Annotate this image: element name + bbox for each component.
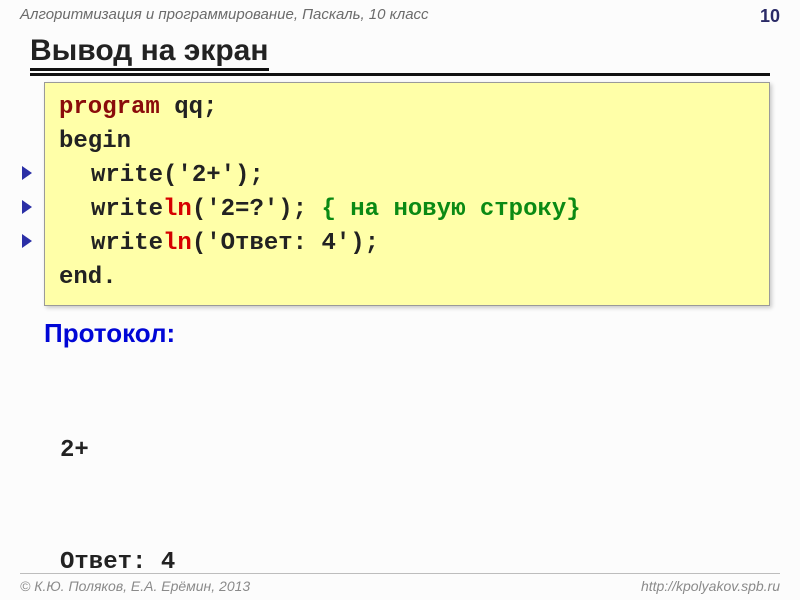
code-block: program qq; begin write('2+'); writeln('… [44, 82, 770, 306]
code-text: qq; [160, 94, 218, 121]
output-line-1: 2+ [60, 432, 175, 469]
code-line-2: begin [59, 125, 755, 159]
slide-title: Вывод на экран [30, 34, 269, 71]
triangle-icon [22, 234, 32, 248]
footer-site: http://kpolyakov.spb.ru [641, 578, 780, 594]
keyword-program: program [59, 94, 160, 121]
code-comment: { на новую строку} [321, 196, 580, 223]
code-text: ('Ответ: 4'); [192, 230, 379, 257]
footer-authors: © К.Ю. Поляков, Е.А. Ерёмин, 2013 [20, 578, 250, 594]
code-line-5: writeln('Ответ: 4'); [59, 227, 755, 261]
title-row: Вывод на экран [30, 34, 770, 76]
code-line-1: program qq; [59, 91, 755, 125]
code-text: ('2=?'); [192, 196, 322, 223]
page-number: 10 [760, 6, 780, 27]
slide-header: Алгоритмизация и программирование, Паска… [20, 6, 780, 27]
triangle-icon [22, 200, 32, 214]
code-line-4: writeln('2=?'); { на новую строку} [59, 193, 755, 227]
triangle-icon [22, 166, 32, 180]
program-output: 2+ Ответ: 4 [60, 358, 175, 600]
keyword-ln: ln [163, 196, 192, 223]
code-text: write [91, 196, 163, 223]
keyword-ln: ln [163, 230, 192, 257]
slide-footer: © К.Ю. Поляков, Е.А. Ерёмин, 2013 http:/… [20, 573, 780, 594]
code-text: write [91, 230, 163, 257]
subject-text: Алгоритмизация и программирование, Паска… [20, 6, 429, 23]
code-line-3: write('2+'); [59, 159, 755, 193]
protocol-label: Протокол: [44, 318, 175, 349]
code-line-6: end. [59, 261, 755, 295]
